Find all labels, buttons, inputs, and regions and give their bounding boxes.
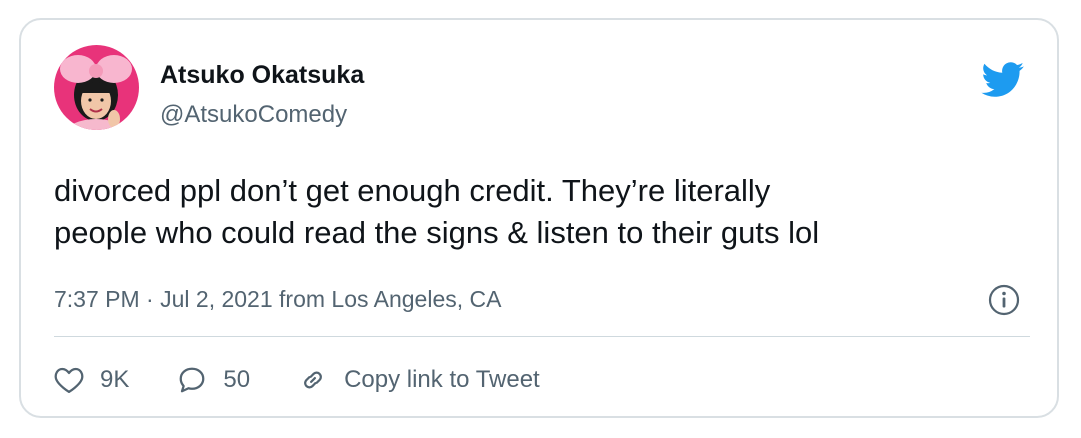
link-icon xyxy=(304,371,322,389)
source-prefix: from xyxy=(272,286,332,312)
tweet-text-line-1: divorced ppl don’t get enough credit. Th… xyxy=(54,173,771,208)
reply-count: 50 xyxy=(223,366,251,393)
tweet-date[interactable]: Jul 2, 2021 xyxy=(160,286,273,312)
tweet-time[interactable]: 7:37 PM xyxy=(54,286,140,312)
twitter-bird-icon[interactable] xyxy=(981,62,1025,98)
display-name[interactable]: Atsuko Okatsuka xyxy=(160,60,364,90)
tweet-location[interactable]: Los Angeles, CA xyxy=(331,286,501,312)
tweet-text-line-2: people who could read the signs & listen… xyxy=(54,215,820,250)
tweet-text: divorced ppl don’t get enough credit. Th… xyxy=(54,170,1034,254)
user-handle[interactable]: @AtsukoComedy xyxy=(160,100,347,130)
reply-button[interactable]: 50 xyxy=(177,365,250,395)
action-bar: 9K 50 Copy link to Tweet xyxy=(54,362,588,398)
copy-link-label: Copy link to Tweet xyxy=(344,366,540,393)
divider xyxy=(54,336,1030,337)
heart-icon xyxy=(54,367,84,393)
copy-link-button[interactable]: Copy link to Tweet xyxy=(298,365,540,395)
like-count: 9K xyxy=(100,366,130,393)
avatar[interactable] xyxy=(54,45,139,130)
meta-separator: · xyxy=(139,286,161,312)
reply-icon xyxy=(179,367,205,393)
tweet-card[interactable]: Atsuko Okatsuka @AtsukoComedy divorced p… xyxy=(19,18,1059,418)
like-button[interactable]: 9K xyxy=(54,366,129,394)
info-icon[interactable] xyxy=(988,284,1020,316)
tweet-metadata: 7:37 PM · Jul 2, 2021 from Los Angeles, … xyxy=(54,284,501,314)
